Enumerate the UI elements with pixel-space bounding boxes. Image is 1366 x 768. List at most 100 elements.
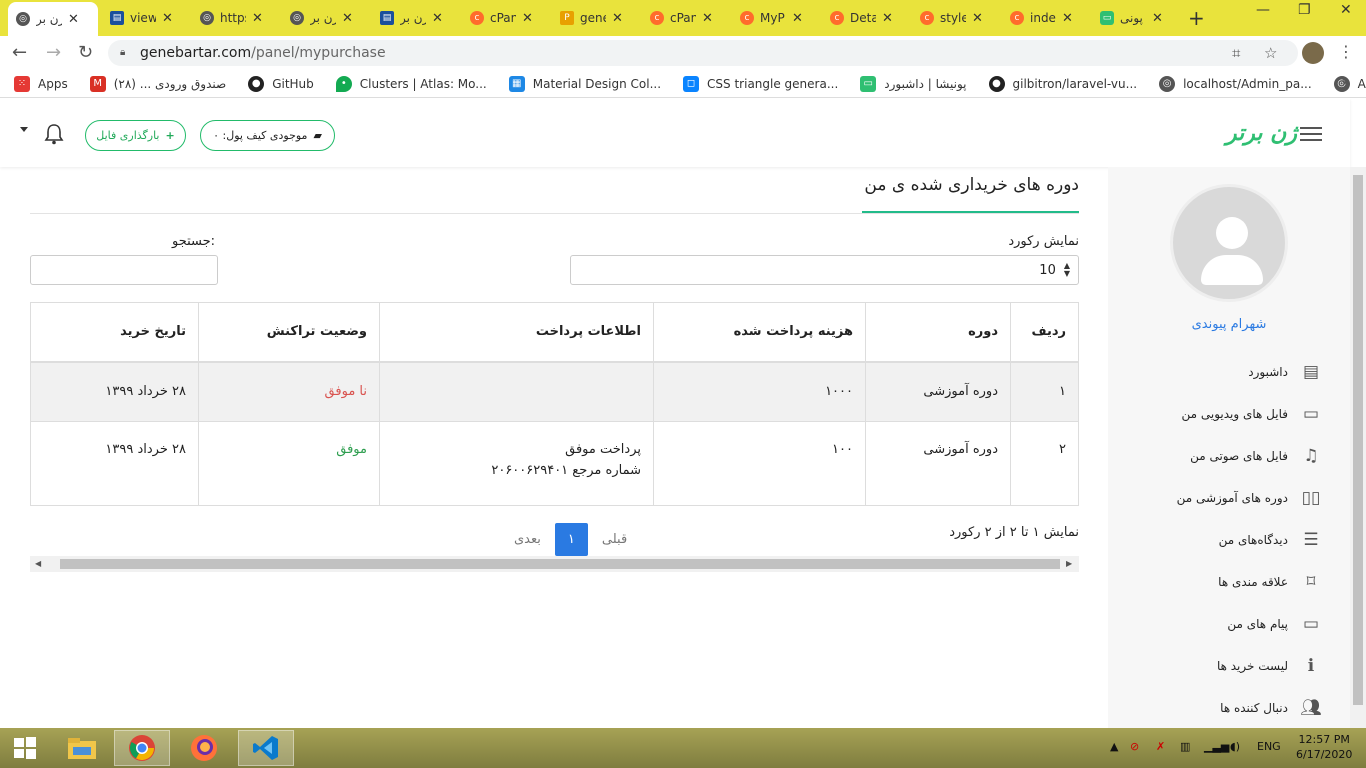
language-indicator[interactable]: ENG (1257, 740, 1281, 753)
close-icon[interactable]: ✕ (522, 11, 533, 26)
tab-5[interactable]: c cPan ✕ (462, 4, 541, 32)
bookmark-laravel-vue[interactable]: ● gilbitron/laravel-vu... (988, 75, 1137, 92)
bookmark-gmail[interactable]: M صندوق ورودی ... (۲۸) (89, 75, 226, 92)
tab-10[interactable]: c style ✕ (912, 4, 991, 32)
upload-file-button[interactable]: بارگذاری فایل + (85, 120, 186, 151)
close-icon[interactable]: ✕ (252, 11, 263, 26)
scrollbar-thumb[interactable] (1353, 175, 1363, 705)
scroll-right-icon[interactable]: ▶ (1066, 559, 1072, 568)
chrome-icon[interactable] (114, 730, 170, 766)
close-icon[interactable]: ✕ (432, 11, 443, 26)
column-header[interactable]: هزینه پرداخت شده (653, 302, 866, 363)
star-icon[interactable]: ☆ (1264, 44, 1277, 62)
previous-page-button[interactable]: قبلی (588, 532, 641, 547)
column-header[interactable]: دوره (865, 302, 1011, 363)
forward-icon[interactable]: → (46, 42, 61, 63)
sidebar-item-audio[interactable]: فایل های صوتی من ♫ (1108, 435, 1350, 477)
browser-menu-icon[interactable]: ⋮ (1338, 42, 1354, 61)
column-header[interactable]: ردیف (1010, 302, 1079, 363)
bookmark-material[interactable]: ▦ Material Design Col... (508, 75, 661, 92)
close-icon[interactable]: ✕ (1152, 11, 1163, 26)
bookmark-apps[interactable]: ⁙ Apps (14, 75, 68, 92)
tab-12[interactable]: ▭ پونی ✕ (1092, 4, 1171, 32)
close-icon[interactable]: ✕ (882, 11, 893, 26)
network-icon[interactable]: ▁▃▅ (1204, 740, 1229, 753)
restore-icon[interactable]: ❐ (1298, 2, 1311, 18)
tab-2[interactable]: ◎ https ✕ (192, 4, 271, 32)
sidebar-item-purchases[interactable]: لیست خرید ها ℹ (1108, 645, 1350, 687)
file-explorer-icon[interactable] (54, 730, 110, 766)
sidebar-item-followers[interactable]: دنبال کننده ها 👥︎ (1108, 687, 1350, 728)
row-cost: ۱۰۰ (653, 421, 866, 506)
tab-7[interactable]: c cPan ✕ (642, 4, 721, 32)
tab-0[interactable]: ◎ زن بر ✕ (8, 2, 98, 36)
close-icon[interactable]: ✕ (792, 11, 803, 26)
acrobat-tray-icon[interactable]: ⊘ (1130, 740, 1139, 753)
tray-expand-icon[interactable]: ▲ (1110, 740, 1118, 753)
records-per-page-select[interactable]: 10 ▲ ▼ (570, 255, 1079, 285)
close-icon[interactable]: ✕ (162, 11, 173, 26)
clock-time: 12:57 PM (1298, 733, 1350, 746)
sidebar-item-messages[interactable]: پیام های من ▭ (1108, 603, 1350, 645)
site-logo[interactable]: ژن برتر (1226, 121, 1297, 146)
next-page-button[interactable]: بعدی (500, 532, 555, 547)
tab-4[interactable]: ▤ زن بر ✕ (372, 4, 451, 32)
tray-app-icon[interactable]: ✗ (1156, 740, 1165, 753)
tray-devices-icon[interactable]: ▥ (1180, 740, 1190, 753)
bookmark-localhost[interactable]: ◎ localhost/Admin_pa... (1159, 75, 1312, 92)
tab-8[interactable]: c MyP ✕ (732, 4, 811, 32)
volume-icon[interactable]: ◖) (1230, 740, 1240, 753)
window-close-icon[interactable]: ✕ (1340, 2, 1352, 18)
reload-icon[interactable]: ↻ (78, 42, 93, 63)
bookmark-github[interactable]: ● GitHub (248, 75, 314, 92)
tab-3[interactable]: ◎ زن بر ✕ (282, 4, 361, 32)
bookmark-poonisha[interactable]: ▭ پونیشا | داشبورد (860, 75, 967, 92)
close-icon[interactable]: ✕ (612, 11, 623, 26)
sidebar-item-dashboard[interactable]: داشبورد ▤ (1108, 351, 1350, 393)
tab-1[interactable]: ▤ view ✕ (102, 4, 181, 32)
tab-label: زن بر (400, 11, 426, 25)
vertical-scrollbar[interactable] (1350, 167, 1366, 728)
bookmark-css-triangle[interactable]: ◻ CSS triangle genera... (683, 75, 838, 92)
username-link[interactable]: شهرام پیوندی (1108, 317, 1350, 332)
close-icon[interactable]: ✕ (68, 12, 79, 27)
translate-icon[interactable]: ⌗ (1232, 44, 1240, 62)
sidebar-item-comments[interactable]: دیدگاه‌های من ☰ (1108, 519, 1350, 561)
firefox-icon[interactable] (176, 730, 232, 766)
bell-icon[interactable] (44, 123, 64, 145)
minimize-icon[interactable]: — (1256, 2, 1270, 18)
avatar (1170, 184, 1288, 302)
back-icon[interactable]: ← (12, 42, 27, 63)
sidebar-item-videos[interactable]: فایل های ویدیویی من ▭ (1108, 393, 1350, 435)
new-tab-button[interactable]: + (1188, 6, 1205, 30)
caret-down-icon[interactable] (20, 127, 28, 132)
vscode-icon[interactable] (238, 730, 294, 766)
url-bar[interactable]: 🔒︎ genebartar.com/panel/mypurchase (108, 40, 1298, 66)
sidebar-item-courses[interactable]: دوره های آموزشی من ▯▯ (1108, 477, 1350, 519)
profile-avatar[interactable] (1302, 42, 1324, 64)
tab-6[interactable]: Pgene ✕ (552, 4, 631, 32)
scroll-left-icon[interactable]: ◀ (35, 559, 41, 568)
video-icon: ▭ (1302, 404, 1320, 424)
hamburger-menu-icon[interactable] (1300, 127, 1322, 141)
windows-start-icon[interactable] (0, 730, 50, 766)
horizontal-scrollbar[interactable]: ◀ ▶ (30, 556, 1079, 572)
wallet-balance-button[interactable]: موجودی کیف پول: ۰ ▰ (200, 120, 335, 151)
column-header[interactable]: اطلاعات پرداخت (379, 302, 654, 363)
close-icon[interactable]: ✕ (972, 11, 983, 26)
sidebar-item-favorites[interactable]: علاقه مندی ها ⌑ (1108, 561, 1350, 603)
close-icon[interactable]: ✕ (1062, 11, 1073, 26)
bookmark-atlas[interactable]: • Clusters | Atlas: Mo... (335, 75, 487, 92)
scrollbar-thumb[interactable] (60, 559, 1060, 569)
search-input[interactable] (30, 255, 218, 285)
more-bookmarks-icon[interactable]: » (1341, 75, 1350, 91)
upload-label: بارگذاری فایل (96, 129, 160, 142)
close-icon[interactable]: ✕ (702, 11, 713, 26)
close-icon[interactable]: ✕ (342, 11, 353, 26)
column-header[interactable]: تاریخ خرید (30, 302, 199, 363)
current-page-button[interactable]: ۱ (554, 523, 588, 556)
column-header[interactable]: وضعیت تراکنش (198, 302, 380, 363)
tab-11[interactable]: c inde ✕ (1002, 4, 1081, 32)
system-clock[interactable]: 12:57 PM 6/17/2020 (1296, 732, 1352, 762)
tab-9[interactable]: c Deta ✕ (822, 4, 901, 32)
